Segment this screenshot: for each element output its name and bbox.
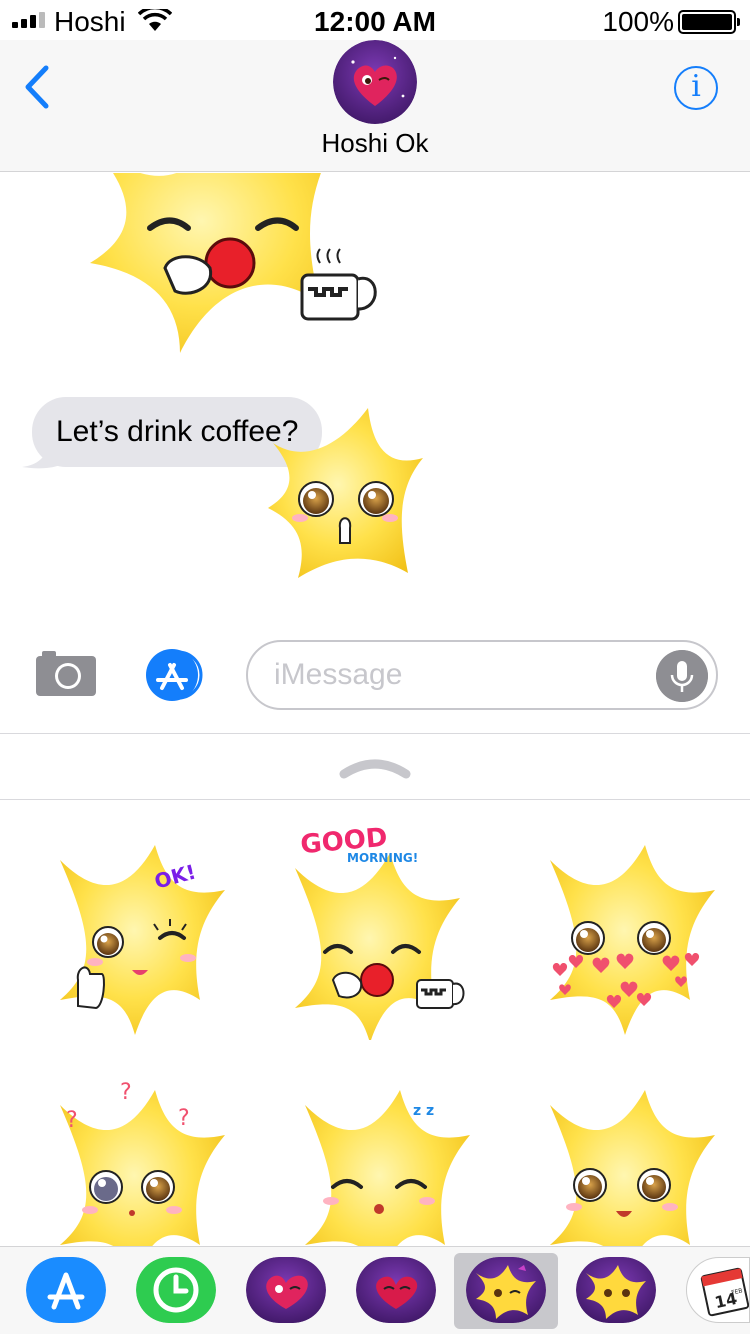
heart-character-avatar-icon [333, 40, 417, 124]
coffee-star-sticker[interactable] [70, 173, 390, 363]
conversation-area: Let’s drink coffee? [0, 173, 750, 623]
star-sticker-icon[interactable] [576, 1257, 656, 1323]
sticker-smile[interactable] [530, 1075, 730, 1246]
battery-level [682, 14, 732, 30]
info-icon[interactable]: i [674, 66, 718, 110]
appstore-icon[interactable] [140, 648, 212, 702]
chevron-left-icon[interactable] [18, 62, 58, 112]
message-input-placeholder: iMessage [274, 658, 403, 691]
sticker-caption: ? [178, 1106, 190, 1131]
sticker-caption: ? [66, 1108, 78, 1133]
camera-icon[interactable] [34, 648, 98, 698]
sticker-ok-wink[interactable]: OK! [40, 830, 240, 1040]
conversation-header: Hoshi Ok i [0, 40, 750, 172]
sticker-caption: z z [413, 1103, 434, 1119]
status-bar: Hoshi 12:00 AM 100% [0, 0, 750, 40]
star-sticker-icon[interactable] [466, 1257, 546, 1323]
pleading-star-sticker[interactable] [258, 403, 428, 583]
battery-icon [678, 10, 740, 34]
sticker-browser: OK! GOOD MORNING! ? ? ? z z [0, 800, 750, 1246]
composer-bar: iMessage [0, 630, 750, 730]
sticker-caption-line2: MORNING! [347, 851, 418, 865]
heart-sticker-icon[interactable] [356, 1257, 436, 1323]
calendar-sticker-icon[interactable]: 14 FEB [686, 1257, 750, 1323]
chevron-up-icon[interactable] [338, 756, 412, 780]
sticker-confused[interactable]: ? ? ? [40, 1075, 240, 1246]
heart-sticker-icon[interactable] [246, 1257, 326, 1323]
sticker-caption: ? [120, 1080, 132, 1105]
contact-name[interactable]: Hoshi Ok [0, 128, 750, 159]
microphone-icon[interactable] [656, 650, 708, 702]
sticker-hearts[interactable] [530, 830, 730, 1040]
sticker-sleepy[interactable]: z z [285, 1075, 485, 1246]
message-input[interactable]: iMessage [246, 640, 718, 710]
clock-icon[interactable] [136, 1257, 216, 1323]
battery-percentage: 100% [602, 6, 674, 37]
avatar[interactable] [333, 40, 417, 124]
appstore-icon[interactable] [26, 1257, 106, 1323]
calendar-icon: 14 FEB [700, 1267, 749, 1317]
app-drawer: 14 FEB [0, 1246, 750, 1334]
sticker-good-morning[interactable]: GOOD MORNING! [275, 820, 475, 1040]
divider [0, 733, 750, 734]
